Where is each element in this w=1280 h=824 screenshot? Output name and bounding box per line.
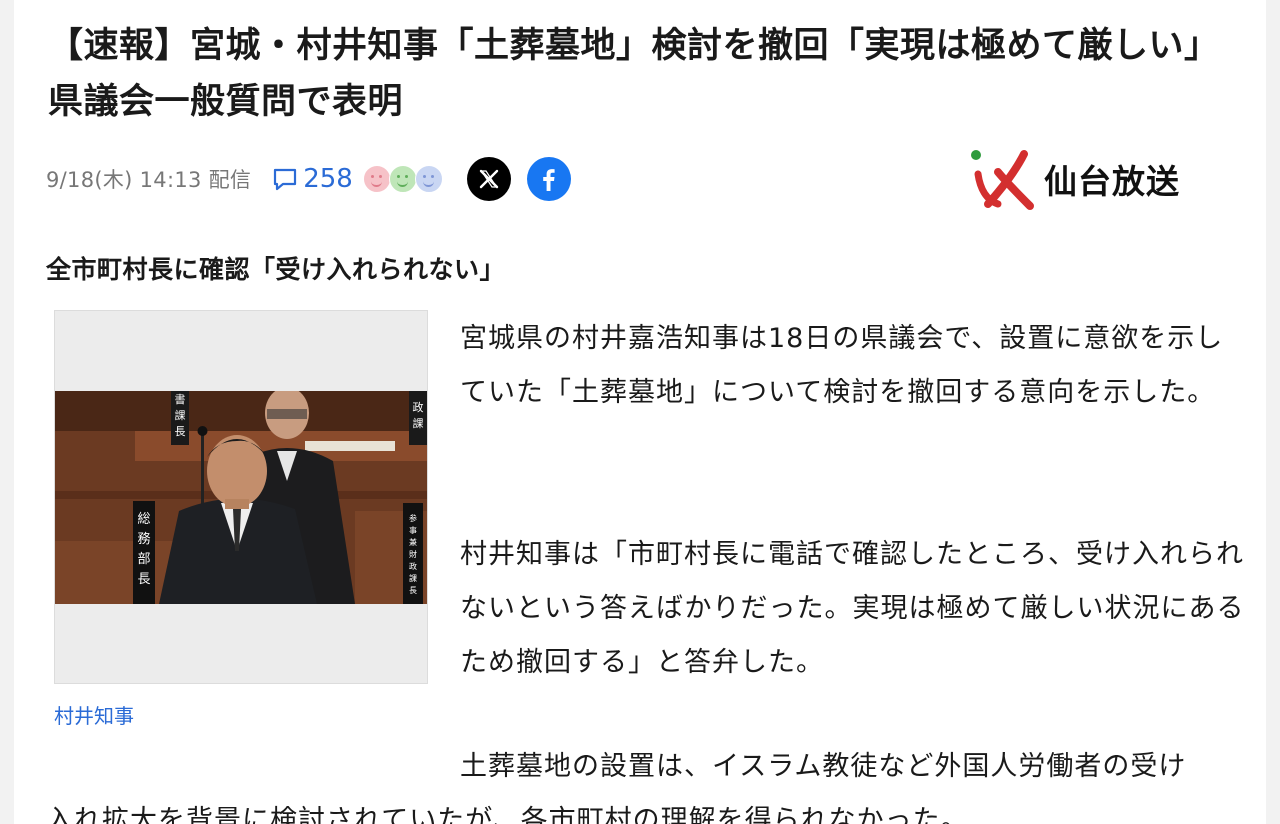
smile-face-pink-icon (362, 165, 391, 193)
x-icon (479, 169, 499, 189)
nameplate-top-right: 政 (413, 400, 424, 414)
share-buttons (466, 157, 587, 201)
article-paragraph-3: 土葬墓地の設置は、イスラム教徒など外国人労働者の受け 入れ拡大を背景に検討されて… (46, 740, 1266, 824)
paragraph-1-text: 宮城県の村井嘉浩知事は18日の県議会で、設置に意欲を示していた「土葬墓地」につい… (460, 323, 1224, 408)
nameplate-left: 総 (137, 512, 150, 527)
svg-text:務: 務 (137, 532, 150, 547)
reaction-faces[interactable] (362, 165, 443, 193)
comment-bubble-icon (274, 168, 297, 191)
svg-text:課: 課 (175, 408, 186, 422)
svg-text:長: 長 (175, 425, 186, 438)
article-meta: 9/18(木) 14:13 配信 258 (46, 156, 587, 202)
article-panel: 【速報】宮城・村井知事「土葬墓地」検討を撤回「実現は極めて厳しい」県議会一般質問… (14, 0, 1266, 824)
article-paragraph-2: 村井知事は「市町村長に電話で確認したところ、受け入れられないという答えばかりだっ… (460, 528, 1250, 690)
article-photo: 書 課 長 政 課 総 務 部 長 参 事 兼 財 政 課 長 (55, 391, 427, 604)
publish-date: 9/18(木) 14:13 配信 (46, 168, 252, 192)
publisher-logo[interactable]: 仙台放送 (968, 144, 1198, 214)
share-facebook-button[interactable] (526, 157, 571, 201)
publisher-name: 仙台放送 (1044, 162, 1180, 201)
svg-text:課: 課 (413, 416, 424, 430)
svg-text:課: 課 (409, 573, 417, 583)
svg-text:財: 財 (409, 549, 417, 559)
nameplate-right: 参 (409, 513, 417, 523)
article-paragraph-1: 宮城県の村井嘉浩知事は18日の県議会で、設置に意欲を示していた「土葬墓地」につい… (460, 312, 1250, 420)
svg-text:部: 部 (137, 552, 150, 567)
share-x-button[interactable] (466, 157, 511, 201)
svg-text:政: 政 (409, 561, 417, 571)
svg-text:事: 事 (409, 525, 417, 535)
article-headline: 【速報】宮城・村井知事「土葬墓地」検討を撤回「実現は極めて厳しい」県議会一般質問… (48, 26, 1220, 122)
nameplate-top-left: 書 (175, 392, 186, 406)
paragraph-3-line-1: 土葬墓地の設置は、イスラム教徒など外国人労働者の受け (460, 751, 1187, 782)
svg-text:長: 長 (137, 572, 150, 587)
facebook-icon (543, 169, 555, 191)
article-subheading: 全市町村長に確認「受け入れられない」 (46, 255, 506, 284)
paragraph-3-line-2: 入れ拡大を背景に検討されていたが、各市町村の理解を得られなかった。 (46, 805, 969, 824)
svg-text:兼: 兼 (409, 537, 417, 547)
comments-link[interactable]: 258 (271, 164, 353, 194)
article-image-frame[interactable]: 書 課 長 政 課 総 務 部 長 参 事 兼 財 政 課 長 (54, 310, 428, 684)
smile-face-green-icon (388, 165, 417, 193)
paragraph-2-text: 村井知事は「市町村長に電話で確認したところ、受け入れられないという答えばかりだっ… (460, 539, 1245, 678)
image-caption[interactable]: 村井知事 (54, 700, 134, 729)
ox-broadcast-logo-icon (971, 150, 1034, 210)
comment-count: 258 (303, 164, 353, 194)
svg-text:長: 長 (409, 586, 417, 595)
smile-face-blue-icon (414, 165, 443, 193)
